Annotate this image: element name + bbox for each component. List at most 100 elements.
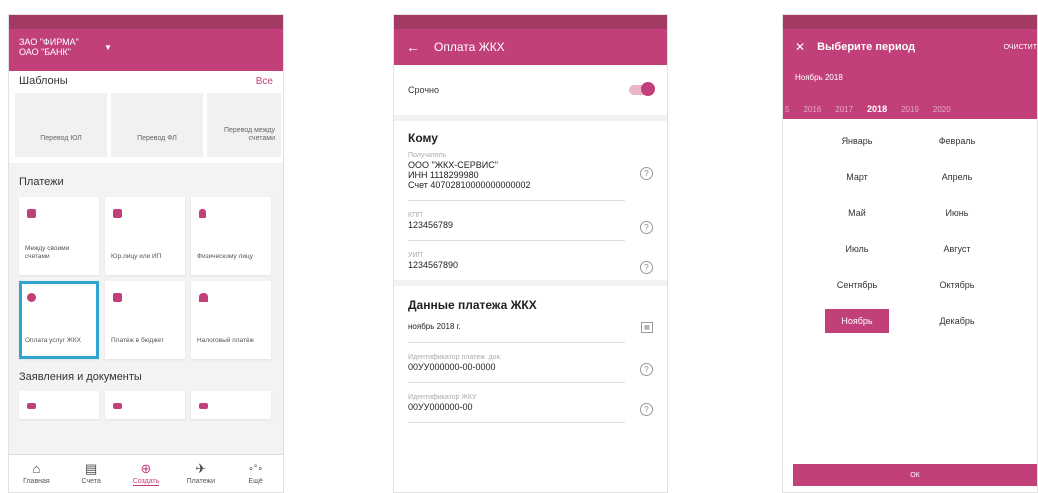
kpp-label: КПП — [408, 212, 423, 219]
divider — [408, 422, 625, 423]
help-icon[interactable]: ? — [640, 261, 653, 274]
folder-icon — [113, 403, 122, 409]
payment-tile-budget[interactable]: Платёж в бюджет — [105, 281, 185, 359]
period-value: ноябрь 2018 г. — [408, 322, 461, 331]
tab-accounts[interactable]: ▤ Счета — [64, 455, 119, 492]
payment-tile-tax[interactable]: Налоговый платёж — [191, 281, 271, 359]
month-item[interactable]: Март — [825, 165, 889, 189]
year-item[interactable]: 2020 — [933, 105, 951, 114]
month-item[interactable]: Июнь — [925, 201, 989, 225]
payment-tile-legal-entity[interactable]: Юр.лицу или ИП — [105, 197, 185, 275]
tab-create[interactable]: ⊕ Создать — [119, 455, 174, 492]
template-label: Перевод между счетами — [223, 127, 275, 142]
home-screen: ЗАО "ФИРМА" ОАО "БАНК" ▼ Шаблоны Все Пер… — [8, 14, 284, 493]
ok-button[interactable]: ОК — [793, 464, 1037, 486]
status-bar — [783, 15, 1037, 29]
bank-icon — [199, 293, 208, 302]
year-item[interactable]: 2016 — [803, 105, 821, 114]
zku-id-label: Идентификатор ЖКУ — [408, 394, 477, 401]
tab-label: Главная — [23, 478, 50, 485]
month-item[interactable]: Декабрь — [925, 309, 989, 333]
close-icon[interactable]: ✕ — [795, 40, 805, 54]
help-icon[interactable]: ? — [640, 221, 653, 234]
documents-title: Заявления и документы — [19, 371, 142, 383]
document-tile[interactable] — [191, 391, 271, 419]
help-icon[interactable]: ? — [640, 363, 653, 376]
page-title: Выберите период — [817, 41, 916, 53]
year-item[interactable]: 2019 — [901, 105, 919, 114]
person-icon — [199, 209, 206, 218]
templates-title: Шаблоны — [19, 75, 68, 87]
template-card[interactable]: Перевод ЮЛ — [15, 93, 107, 157]
templates-list: Перевод ЮЛ Перевод ФЛ Перевод между счет… — [9, 91, 283, 163]
documents-grid — [9, 391, 283, 419]
month-item[interactable]: Январь — [825, 129, 889, 153]
document-icon — [113, 209, 122, 218]
kpp-field[interactable]: КПП 123456789 ? — [394, 201, 667, 241]
year-item[interactable]: 2017 — [835, 105, 853, 114]
tile-label: Юр.лицу или ИП — [111, 253, 162, 260]
uip-label: УИП — [408, 252, 423, 259]
company-name: ЗАО "ФИРМА" — [19, 37, 79, 47]
document-tile[interactable] — [105, 391, 185, 419]
template-card[interactable]: Перевод между счетами — [207, 93, 281, 157]
tab-home[interactable]: ⌂ Главная — [9, 455, 64, 492]
help-icon[interactable]: ? — [640, 403, 653, 416]
uip-value: 1234567890 — [408, 260, 459, 270]
bottom-navigation: ⌂ Главная ▤ Счета ⊕ Создать ✈ Платежи ∘°∘ Ещё — [9, 454, 283, 492]
payment-tile-individual[interactable]: Физическому лицу — [191, 197, 271, 275]
template-card[interactable]: Перевод ФЛ — [111, 93, 203, 157]
tile-label: Физическому лицу — [197, 253, 253, 260]
chevron-down-icon[interactable]: ▼ — [104, 43, 112, 53]
recipient-account: Счет 40702810000000000002 — [408, 180, 531, 190]
payment-tile-utilities[interactable]: Оплата услуг ЖКХ — [19, 281, 99, 359]
year-item-selected[interactable]: 2018 — [867, 104, 887, 114]
tab-label: Ещё — [248, 478, 263, 485]
month-item[interactable]: Апрель — [925, 165, 989, 189]
plus-circle-icon: ⊕ — [140, 460, 152, 476]
month-item[interactable]: Февраль — [925, 129, 989, 153]
zku-id-field[interactable]: Идентификатор ЖКУ 00УУ000000-00 ? — [394, 383, 667, 423]
utility-payment-screen: ← Оплата ЖКХ Срочно Кому Получатель ООО … — [393, 14, 668, 493]
app-bar: ← Оплата ЖКХ — [394, 29, 667, 65]
tab-payments[interactable]: ✈ Платежи — [173, 455, 228, 492]
month-item[interactable]: Октябрь — [925, 273, 989, 297]
calendar-icon[interactable]: ▦ — [641, 322, 653, 333]
document-icon: ▤ — [85, 461, 98, 476]
urgent-label: Срочно — [408, 85, 439, 95]
tab-label: Платежи — [186, 478, 215, 485]
recipient-field[interactable]: Получатель ООО "ЖКХ-СЕРВИС" ИНН 11182999… — [394, 151, 667, 201]
folder-icon — [199, 403, 208, 409]
clear-button[interactable]: ОЧИСТИТ — [1004, 44, 1037, 51]
payments-title: Платежи — [19, 176, 64, 188]
uip-field[interactable]: УИП 1234567890 ? — [394, 241, 667, 274]
month-item[interactable]: Май — [825, 201, 889, 225]
paper-plane-icon: ✈ — [195, 461, 207, 476]
month-item-selected[interactable]: Ноябрь — [825, 309, 889, 333]
company-selector[interactable]: ЗАО "ФИРМА" ОАО "БАНК" ▼ — [9, 29, 283, 71]
urgent-toggle[interactable] — [629, 82, 655, 96]
tile-label: Налоговый платёж — [197, 337, 254, 344]
period-field[interactable]: ноябрь 2018 г. ▦ — [394, 318, 667, 343]
year-selector[interactable]: 5 2016 2017 2018 2019 2020 — [783, 99, 1037, 119]
status-bar — [9, 15, 283, 29]
month-item[interactable]: Август — [925, 237, 989, 261]
tile-label: Платёж в бюджет — [111, 337, 164, 344]
templates-header: Шаблоны Все — [9, 71, 283, 91]
page-title: Оплата ЖКХ — [434, 40, 505, 54]
tab-more[interactable]: ∘°∘ Ещё — [228, 455, 283, 492]
template-label: Перевод ЮЛ — [40, 135, 82, 142]
year-item[interactable]: 5 — [785, 105, 789, 114]
payment-tile-own-accounts[interactable]: Между своими счетами — [19, 197, 99, 275]
help-icon[interactable]: ? — [640, 167, 653, 180]
month-item[interactable]: Июль — [825, 237, 889, 261]
document-tile[interactable] — [19, 391, 99, 419]
payment-data-title: Данные платежа ЖКХ — [408, 298, 537, 312]
templates-all-link[interactable]: Все — [256, 76, 273, 87]
doc-id-field[interactable]: Идентификатор платеж. док. 00УУ000000-00… — [394, 343, 667, 383]
back-arrow-icon[interactable]: ← — [406, 39, 420, 55]
app-bar: ✕ Выберите период ОЧИСТИТ — [783, 29, 1037, 65]
month-item[interactable]: Сентябрь — [825, 273, 889, 297]
tile-label: Оплата услуг ЖКХ — [25, 337, 81, 344]
folder-icon — [27, 403, 36, 409]
